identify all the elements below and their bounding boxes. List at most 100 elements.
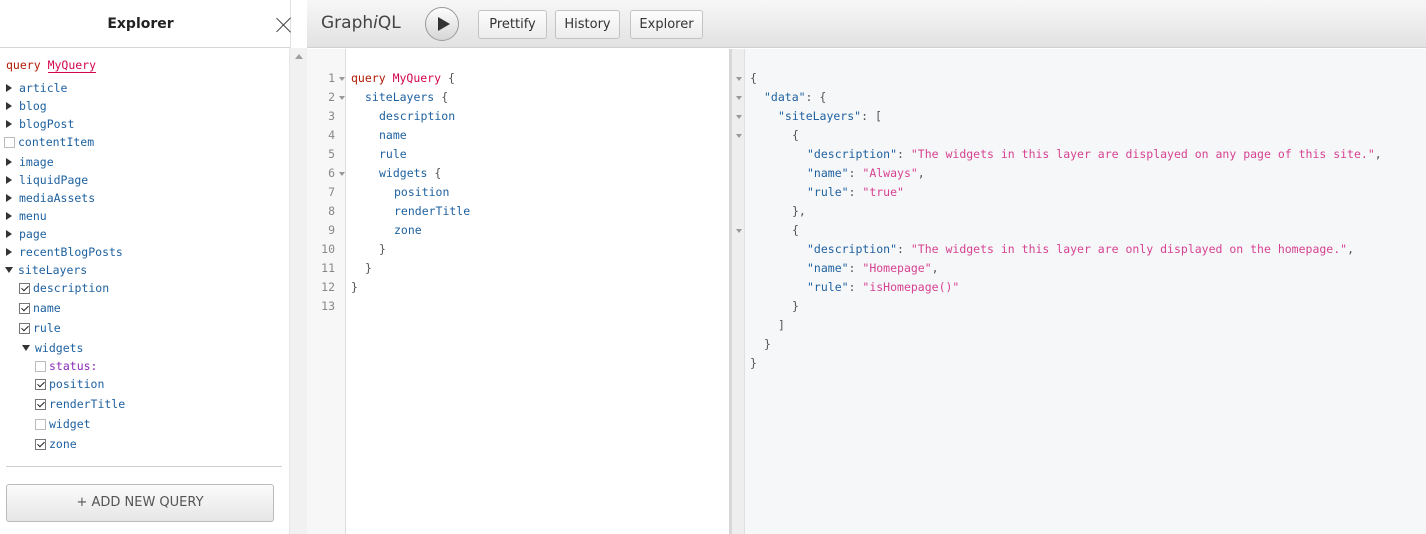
json-key: "name": [807, 261, 849, 275]
fold-icon[interactable]: [736, 77, 742, 81]
history-button[interactable]: History: [555, 10, 620, 39]
code-line: position: [394, 183, 449, 202]
field-label: zone: [49, 437, 77, 451]
punctuation-token: }: [365, 261, 372, 275]
execute-query-button[interactable]: [425, 7, 459, 41]
field-liquidpage[interactable]: liquidPage: [6, 172, 88, 188]
logo-part: QL: [377, 13, 401, 33]
checkbox-checked-icon[interactable]: [19, 302, 30, 314]
scroll-up-icon[interactable]: [295, 54, 303, 59]
arg-status[interactable]: status:: [35, 358, 97, 374]
field-article[interactable]: article: [6, 80, 67, 96]
field-label: renderTitle: [49, 397, 126, 411]
result-line: "rule": "isHomepage()": [807, 280, 960, 294]
field-rendertitle[interactable]: renderTitle: [35, 396, 125, 412]
checkbox-icon[interactable]: [4, 136, 15, 148]
explorer-button[interactable]: Explorer: [630, 10, 703, 39]
code-line: }: [379, 240, 386, 259]
definition-token: MyQuery: [392, 71, 442, 85]
caret-right-icon: [6, 102, 12, 110]
field-label: contentItem: [18, 135, 95, 149]
punctuation-token: {: [750, 71, 757, 85]
fold-icon[interactable]: [736, 96, 742, 100]
field-label: page: [19, 227, 47, 241]
add-new-query-button[interactable]: + ADD NEW QUERY: [6, 484, 274, 522]
field-blog[interactable]: blog: [6, 98, 47, 114]
fold-icon[interactable]: [339, 96, 345, 100]
result-line: "name": "Always",: [807, 166, 925, 180]
field-page[interactable]: page: [6, 226, 47, 242]
field-name[interactable]: name: [19, 300, 61, 316]
result-line: }: [764, 337, 771, 351]
fold-icon[interactable]: [736, 134, 742, 138]
field-label: widget: [49, 417, 91, 431]
field-label: article: [19, 81, 68, 95]
result-gutter: [732, 49, 745, 534]
line-number: 3: [328, 109, 335, 123]
line-number: 9: [328, 223, 335, 237]
explorer-scrollbar[interactable]: [289, 48, 307, 534]
checkbox-checked-icon[interactable]: [19, 322, 30, 334]
result-line: "description": "The widgets in this laye…: [807, 242, 1354, 256]
code-line: name: [379, 126, 407, 145]
json-key: "name": [807, 166, 849, 180]
checkbox-icon[interactable]: [35, 360, 46, 372]
field-label: menu: [19, 209, 47, 223]
result-line: {: [750, 69, 757, 88]
fold-icon[interactable]: [736, 229, 742, 233]
checkbox-checked-icon[interactable]: [35, 398, 46, 410]
result-viewer: { "data": { "siteLayers": [ { "descripti…: [732, 49, 1426, 534]
json-string: "The widgets in this layer are only disp…: [910, 242, 1348, 256]
field-token: renderTitle: [394, 204, 471, 218]
field-label: name: [33, 301, 61, 315]
fold-icon[interactable]: [339, 172, 345, 176]
field-widgets[interactable]: widgets: [22, 340, 83, 356]
field-rule[interactable]: rule: [19, 320, 61, 336]
json-string: "Homepage": [862, 261, 932, 275]
field-mediaassets[interactable]: mediaAssets: [6, 190, 95, 206]
punctuation-token: }: [379, 242, 386, 256]
field-label: widgets: [35, 341, 84, 355]
punctuation-token: }: [351, 280, 358, 294]
caret-right-icon: [6, 194, 12, 202]
line-number: 8: [328, 204, 335, 218]
field-label: liquidPage: [19, 173, 89, 187]
checkbox-icon[interactable]: [35, 418, 46, 430]
result-line: "description": "The widgets in this laye…: [807, 147, 1382, 161]
result-line: "rule": "true": [807, 185, 904, 199]
field-widget[interactable]: widget: [35, 416, 91, 432]
toolbar: GraphiQL Prettify History Explorer: [307, 0, 1426, 48]
query-keyword: query: [6, 58, 41, 72]
field-label: siteLayers: [18, 263, 88, 277]
field-image[interactable]: image: [6, 154, 54, 170]
prettify-button[interactable]: Prettify: [478, 10, 547, 39]
fold-icon[interactable]: [736, 115, 742, 119]
field-contentitem[interactable]: contentItem: [4, 134, 94, 150]
field-description[interactable]: description: [19, 280, 109, 296]
field-zone[interactable]: zone: [35, 436, 77, 452]
json-string: "true": [862, 185, 904, 199]
close-icon[interactable]: [275, 17, 292, 34]
json-string: "Always": [862, 166, 918, 180]
field-position[interactable]: position: [35, 376, 104, 392]
fold-icon[interactable]: [339, 77, 345, 81]
caret-right-icon: [6, 158, 12, 166]
code-line: zone: [394, 221, 422, 240]
field-token: widgets: [379, 166, 428, 180]
line-number: 5: [328, 147, 335, 161]
checkbox-checked-icon[interactable]: [35, 438, 46, 450]
field-blogpost[interactable]: blogPost: [6, 116, 74, 132]
line-number: 1: [328, 71, 335, 85]
field-sitelayers[interactable]: siteLayers: [5, 262, 87, 278]
checkbox-checked-icon[interactable]: [19, 282, 30, 294]
query-name-input[interactable]: MyQuery: [47, 58, 97, 73]
field-menu[interactable]: menu: [6, 208, 47, 224]
result-line: {: [792, 223, 799, 237]
query-editor[interactable]: 1 2 3 4 5 6 7 8 9 10 11 12 13 query MyQu…: [307, 49, 729, 534]
field-token: description: [379, 109, 456, 123]
field-recentblogposts[interactable]: recentBlogPosts: [6, 244, 123, 260]
field-token: rule: [379, 147, 407, 161]
json-key: "data": [764, 90, 806, 104]
checkbox-checked-icon[interactable]: [35, 378, 46, 390]
explorer-panel: Explorer query MyQuery article blog blog…: [0, 0, 291, 534]
